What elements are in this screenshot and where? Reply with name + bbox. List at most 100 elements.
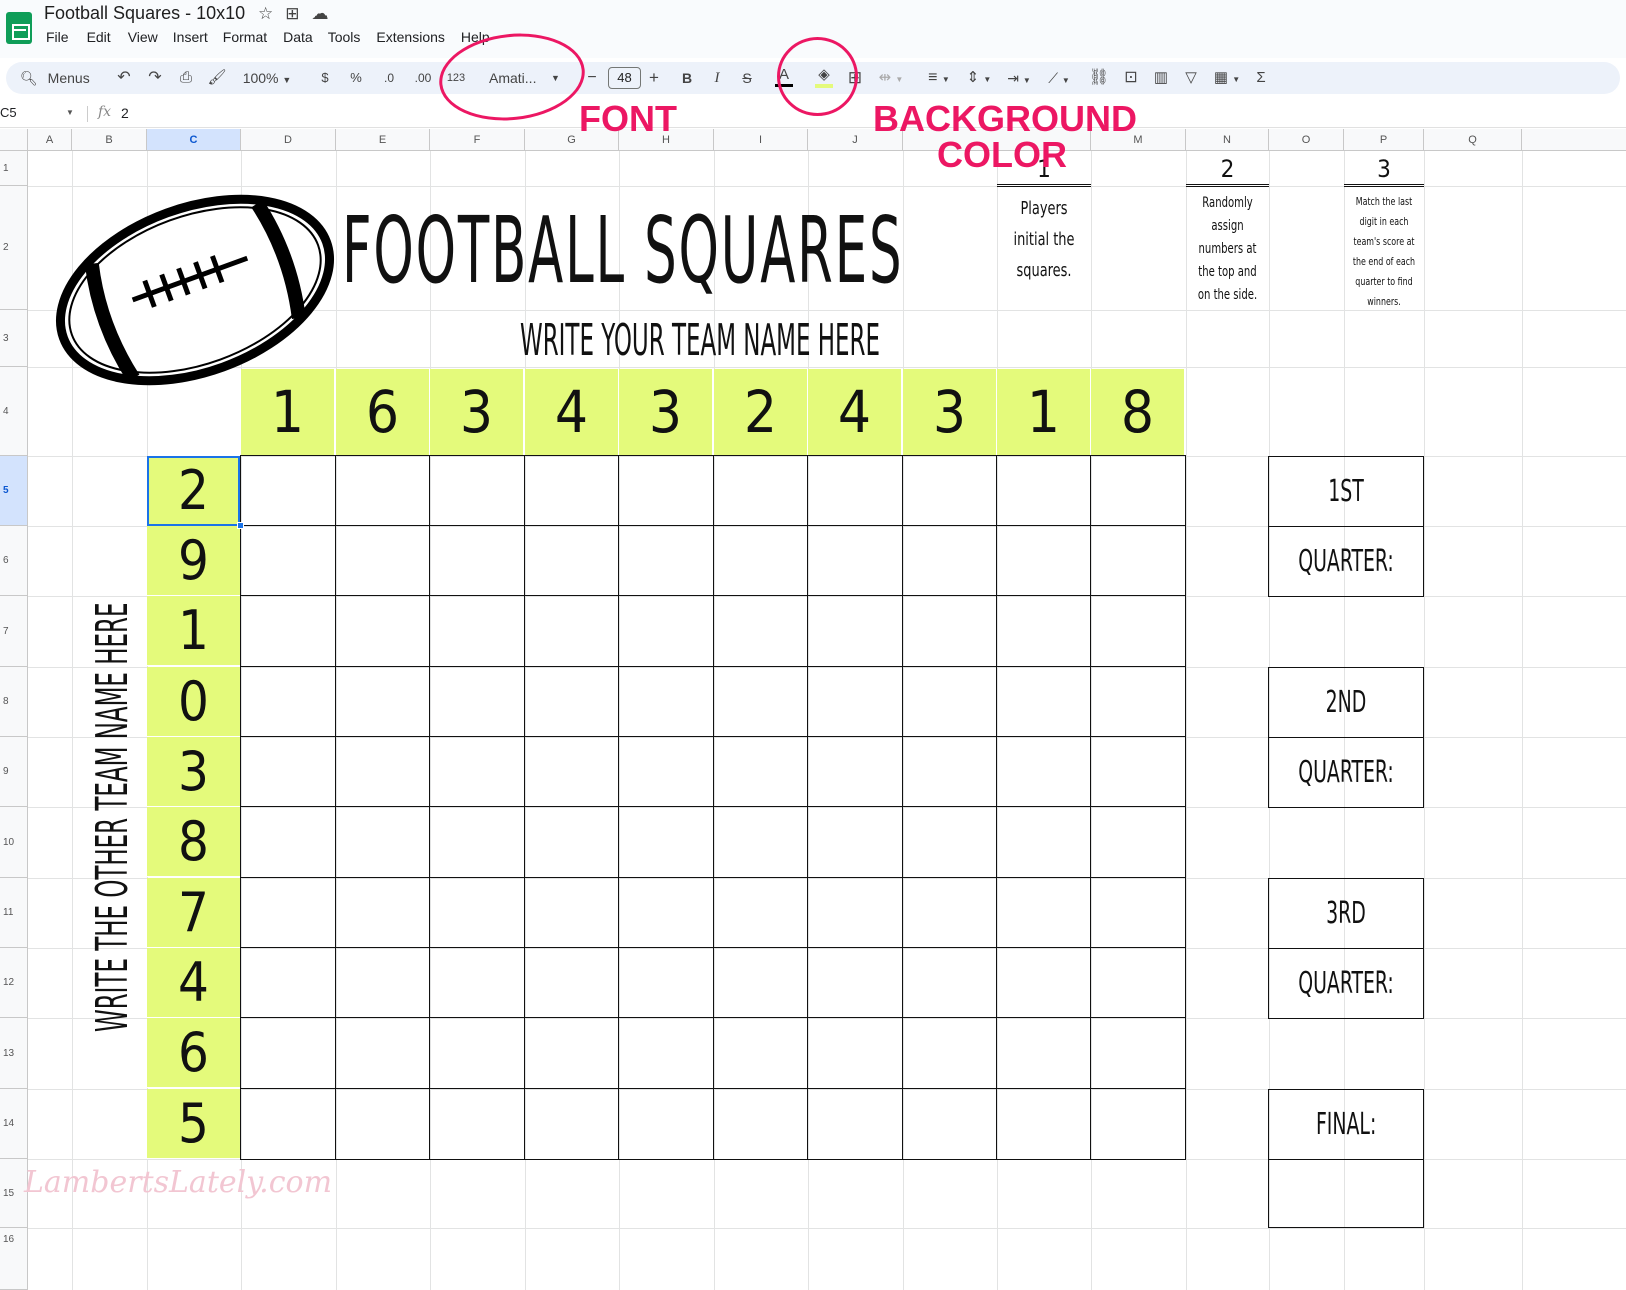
square-cell[interactable]: [997, 667, 1091, 737]
square-cell[interactable]: [808, 807, 903, 878]
top-number[interactable]: 4: [808, 369, 902, 455]
column-header-f[interactable]: F: [430, 129, 525, 151]
square-cell[interactable]: [997, 948, 1091, 1018]
square-cell[interactable]: [903, 667, 997, 737]
column-header-p[interactable]: P: [1344, 129, 1424, 151]
row-header-2[interactable]: 2: [0, 186, 28, 310]
redo-icon[interactable]: ↷: [142, 62, 168, 94]
menu-tools[interactable]: Tools: [328, 29, 361, 45]
square-cell[interactable]: [619, 456, 714, 526]
square-cell[interactable]: [808, 878, 903, 948]
square-cell[interactable]: [430, 1018, 525, 1089]
square-cell[interactable]: [808, 1089, 903, 1159]
square-cell[interactable]: [997, 456, 1091, 526]
square-cell[interactable]: [336, 596, 430, 667]
square-cell[interactable]: [525, 596, 619, 667]
square-cell[interactable]: [336, 526, 430, 596]
top-number[interactable]: 3: [903, 369, 997, 455]
filter-icon[interactable]: ▽: [1178, 62, 1204, 94]
square-cell[interactable]: [336, 737, 430, 807]
menu-file[interactable]: File: [46, 29, 69, 45]
square-cell[interactable]: [714, 1018, 808, 1089]
increase-decimal-button[interactable]: .00: [408, 62, 438, 94]
square-cell[interactable]: [430, 667, 525, 737]
formula-input[interactable]: 2: [121, 105, 129, 121]
square-cell[interactable]: [430, 1089, 525, 1159]
square-cell[interactable]: [619, 948, 714, 1018]
top-number[interactable]: 4: [525, 369, 619, 455]
square-cell[interactable]: [430, 456, 525, 526]
row-header-16[interactable]: 16: [0, 1228, 28, 1290]
menu-extensions[interactable]: Extensions: [376, 29, 444, 45]
text-rotation-icon[interactable]: ⟋ ▼: [1040, 62, 1078, 94]
square-cell[interactable]: [714, 737, 808, 807]
menus-search[interactable]: 🔍︎ Menus: [12, 62, 116, 94]
square-cell[interactable]: [525, 807, 619, 878]
square-cell[interactable]: [714, 667, 808, 737]
square-cell[interactable]: [808, 948, 903, 1018]
square-cell[interactable]: [808, 526, 903, 596]
square-cell[interactable]: [619, 1018, 714, 1089]
square-cell[interactable]: [241, 456, 336, 526]
decrease-font-size-button[interactable]: −: [582, 62, 602, 94]
square-cell[interactable]: [1091, 737, 1185, 807]
square-cell[interactable]: [619, 667, 714, 737]
square-cell[interactable]: [525, 456, 619, 526]
top-number[interactable]: 1: [997, 369, 1091, 455]
square-cell[interactable]: [808, 1018, 903, 1089]
square-cell[interactable]: [903, 456, 997, 526]
square-cell[interactable]: [997, 1089, 1091, 1159]
square-cell[interactable]: [241, 878, 336, 948]
square-cell[interactable]: [430, 807, 525, 878]
row-header-12[interactable]: 12: [0, 948, 28, 1018]
square-cell[interactable]: [714, 878, 808, 948]
row-header-13[interactable]: 13: [0, 1018, 28, 1089]
side-number[interactable]: 9: [147, 526, 240, 596]
document-title[interactable]: Football Squares - 10x10: [44, 3, 245, 24]
square-cell[interactable]: [997, 596, 1091, 667]
square-cell[interactable]: [1091, 807, 1185, 878]
square-cell[interactable]: [903, 596, 997, 667]
increase-font-size-button[interactable]: +: [644, 62, 664, 94]
side-number[interactable]: 1: [147, 596, 240, 666]
side-number[interactable]: 4: [147, 948, 240, 1018]
square-cell[interactable]: [997, 526, 1091, 596]
italic-button[interactable]: I: [706, 62, 728, 94]
star-icon[interactable]: ☆: [258, 4, 273, 24]
side-number[interactable]: 7: [147, 878, 240, 948]
insert-chart-icon[interactable]: ▥: [1148, 62, 1174, 94]
square-cell[interactable]: [241, 737, 336, 807]
strikethrough-button[interactable]: S: [736, 62, 758, 94]
font-size-input[interactable]: 48: [608, 67, 641, 89]
square-cell[interactable]: [903, 1089, 997, 1159]
menu-format[interactable]: Format: [223, 29, 267, 45]
filter-views-icon[interactable]: ▦ ▼: [1208, 62, 1246, 94]
column-header-n[interactable]: N: [1186, 129, 1269, 151]
top-number[interactable]: 8: [1091, 369, 1185, 455]
column-header-b[interactable]: B: [72, 129, 147, 151]
square-cell[interactable]: [714, 596, 808, 667]
square-cell[interactable]: [525, 878, 619, 948]
column-header-o[interactable]: O: [1269, 129, 1344, 151]
square-cell[interactable]: [525, 526, 619, 596]
square-cell[interactable]: [241, 1018, 336, 1089]
square-cell[interactable]: [336, 667, 430, 737]
side-number[interactable]: 3: [147, 737, 240, 807]
square-cell[interactable]: [241, 667, 336, 737]
column-header-c[interactable]: C: [147, 129, 241, 151]
square-cell[interactable]: [241, 948, 336, 1018]
side-number-selected-cell[interactable]: 2: [147, 456, 240, 526]
column-header-q[interactable]: Q: [1424, 129, 1522, 151]
row-header-4[interactable]: 4: [0, 367, 28, 456]
name-box[interactable]: C5 ▼: [0, 105, 78, 120]
square-cell[interactable]: [430, 596, 525, 667]
print-icon[interactable]: ⎙: [173, 62, 199, 94]
cloud-status-icon[interactable]: ☁: [312, 4, 329, 24]
square-cell[interactable]: [619, 526, 714, 596]
row-header-5[interactable]: 5: [0, 456, 28, 526]
row-header-8[interactable]: 8: [0, 667, 28, 737]
square-cell[interactable]: [241, 1089, 336, 1159]
paint-format-icon[interactable]: 🖌︎: [204, 62, 230, 94]
square-cell[interactable]: [241, 526, 336, 596]
square-cell[interactable]: [1091, 526, 1185, 596]
